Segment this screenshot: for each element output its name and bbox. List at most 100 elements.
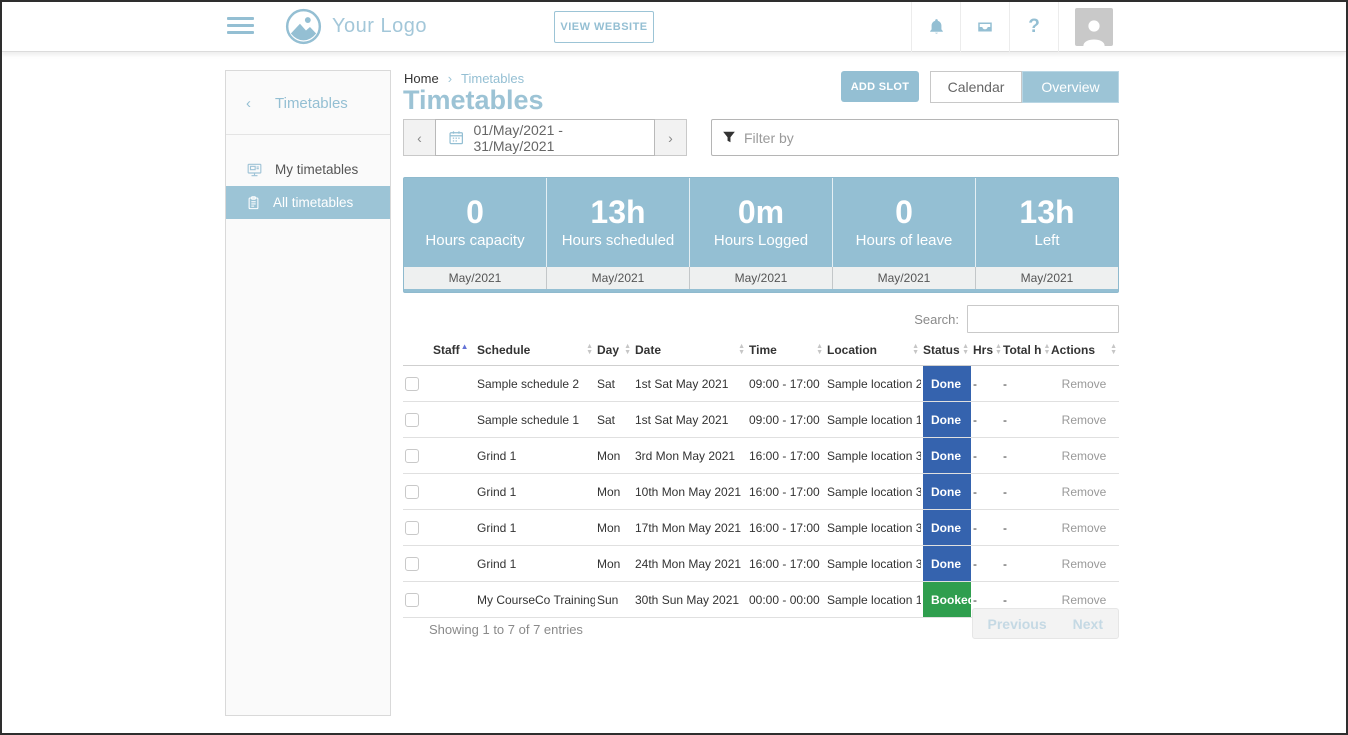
cell-status: Done (921, 474, 971, 510)
cell-schedule: Sample schedule 1 (475, 402, 595, 438)
remove-link[interactable]: Remove (1062, 485, 1107, 499)
sort-icon: ▲▼ (738, 344, 745, 356)
previous-page-button[interactable]: Previous (988, 616, 1047, 632)
help-button[interactable]: ? (1009, 2, 1058, 52)
sidebar-title: Timetables (275, 95, 348, 112)
status-badge: Booked (923, 582, 971, 617)
cell-time: 09:00 - 17:00 (747, 402, 825, 438)
remove-link[interactable]: Remove (1062, 593, 1107, 607)
logo[interactable]: Your Logo (285, 8, 427, 45)
overview-view-button[interactable]: Overview (1022, 71, 1119, 103)
cell-day: Mon (595, 510, 633, 546)
add-slot-button[interactable]: ADD SLOT (841, 71, 919, 102)
column-header-actions[interactable]: Actions▲▼ (1049, 337, 1119, 366)
row-checkbox[interactable] (405, 521, 419, 535)
sort-icon: ▲▼ (586, 344, 593, 356)
cell-staff (431, 474, 475, 510)
remove-link[interactable]: Remove (1062, 557, 1107, 571)
cell-day: Sun (595, 582, 633, 618)
search-input[interactable] (967, 305, 1119, 333)
cell-location: Sample location 3 (825, 474, 921, 510)
row-checkbox[interactable] (405, 413, 419, 427)
date-range-picker[interactable]: 01/May/2021 - 31/May/2021 (435, 119, 655, 156)
cell-actions: Remove (1049, 366, 1119, 402)
cell-time: 16:00 - 17:00 (747, 474, 825, 510)
column-header-schedule[interactable]: Schedule ▲▼ (475, 337, 595, 366)
column-header-staff[interactable]: Staff▲ (431, 337, 475, 366)
sidebar-back-header[interactable]: ‹ Timetables (226, 71, 390, 135)
column-header-status[interactable]: Status▲▼ (921, 337, 971, 366)
hamburger-menu-icon[interactable] (227, 17, 254, 38)
avatar-cell (1058, 2, 1130, 52)
row-checkbox[interactable] (405, 449, 419, 463)
column-label: Schedule (477, 343, 530, 357)
view-website-button[interactable]: VIEW WEBSITE (554, 11, 654, 43)
sidebar-item-label: All timetables (273, 195, 353, 210)
table-row: Sample schedule 2Sat1st Sat May 202109:0… (403, 366, 1119, 402)
row-checkbox[interactable] (405, 557, 419, 571)
stat-value: 0 (466, 196, 484, 228)
column-header-time[interactable]: Time▲▼ (747, 337, 825, 366)
cell-date: 30th Sun May 2021 (633, 582, 747, 618)
remove-link[interactable]: Remove (1062, 449, 1107, 463)
row-checkbox[interactable] (405, 485, 419, 499)
calendar-view-button[interactable]: Calendar (930, 71, 1022, 103)
stat-period: May/2021 (833, 267, 976, 289)
filter-input[interactable] (711, 119, 1119, 156)
stat-card-left: 13hLeft (976, 178, 1118, 267)
cell-hrs: - (971, 546, 1001, 582)
notifications-button[interactable] (911, 2, 960, 52)
stats-values: 0Hours capacity13hHours scheduled0mHours… (404, 178, 1118, 267)
cell-staff (431, 546, 475, 582)
monitor-timetable-icon (246, 162, 263, 178)
row-checkbox[interactable] (405, 593, 419, 607)
search-label: Search: (914, 312, 959, 327)
stat-card-hours-of-leave: 0Hours of leave (833, 178, 976, 267)
stat-label: Hours Logged (714, 232, 808, 249)
user-avatar[interactable] (1075, 8, 1113, 46)
cell-status: Done (921, 510, 971, 546)
cell-total_h: - (1001, 366, 1049, 402)
cell-schedule: Grind 1 (475, 546, 595, 582)
sidebar-item-all-timetables[interactable]: All timetables (226, 186, 390, 219)
row-checkbox[interactable] (405, 377, 419, 391)
cell-status: Done (921, 546, 971, 582)
next-page-button[interactable]: Next (1073, 616, 1103, 632)
column-header-total-h[interactable]: Total h▲▼ (1001, 337, 1049, 366)
sidebar: ‹ Timetables My timetables All timetables (225, 70, 391, 716)
column-header-hrs[interactable]: Hrs▲▼ (971, 337, 1001, 366)
column-header-day[interactable]: Day▲▼ (595, 337, 633, 366)
sort-icon: ▲▼ (912, 344, 919, 356)
prev-period-button[interactable]: ‹ (403, 119, 436, 156)
sort-icon: ▲▼ (1110, 344, 1117, 356)
remove-link[interactable]: Remove (1062, 521, 1107, 535)
cell-time: 16:00 - 17:00 (747, 438, 825, 474)
cell-time: 16:00 - 17:00 (747, 546, 825, 582)
column-header-date[interactable]: Date▲▼ (633, 337, 747, 366)
cell-staff (431, 582, 475, 618)
breadcrumb-home-link[interactable]: Home (404, 71, 439, 86)
cell-date: 3rd Mon May 2021 (633, 438, 747, 474)
inbox-button[interactable] (960, 2, 1009, 52)
person-icon (1077, 14, 1111, 46)
cell-location: Sample location 3 (825, 510, 921, 546)
next-period-button[interactable]: › (654, 119, 687, 156)
remove-link[interactable]: Remove (1062, 377, 1107, 391)
cell-location: Sample location 3 (825, 438, 921, 474)
remove-link[interactable]: Remove (1062, 413, 1107, 427)
cell-date: 17th Mon May 2021 (633, 510, 747, 546)
cell-staff (431, 366, 475, 402)
cell-status: Done (921, 402, 971, 438)
table-header-row: Staff▲Schedule▲▼Day▲▼Date▲▼Time▲▼Locatio… (403, 337, 1119, 366)
table-search: Search: (914, 305, 1119, 333)
cell-total_h: - (1001, 402, 1049, 438)
column-label: Time (749, 343, 777, 357)
stats-summary: 0Hours capacity13hHours scheduled0mHours… (403, 177, 1119, 293)
cell-hrs: - (971, 438, 1001, 474)
column-label: Total h (1003, 343, 1041, 357)
sidebar-item-my-timetables[interactable]: My timetables (226, 153, 390, 186)
cell-actions: Remove (1049, 546, 1119, 582)
table-row: Grind 1Mon10th Mon May 202116:00 - 17:00… (403, 474, 1119, 510)
breadcrumb-current: Timetables (461, 71, 524, 86)
column-header-location[interactable]: Location▲▼ (825, 337, 921, 366)
